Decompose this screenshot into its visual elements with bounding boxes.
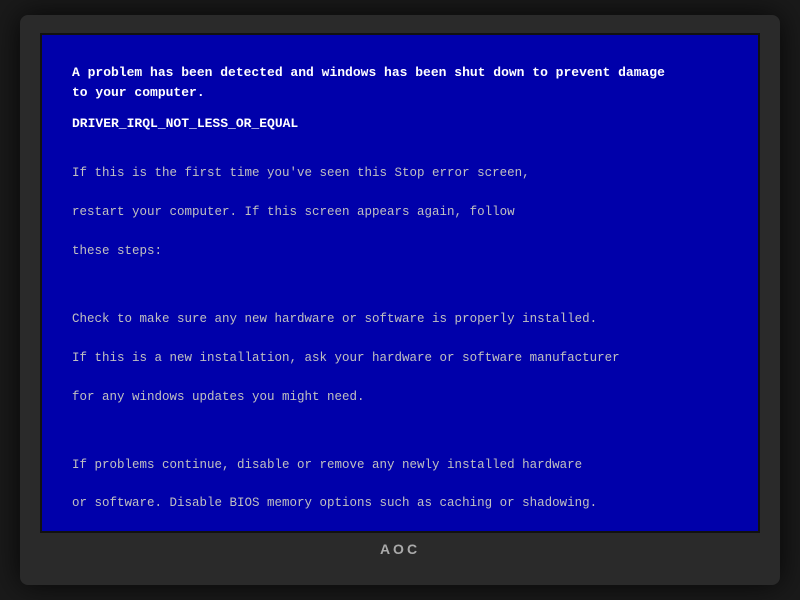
bsod-body: If this is the first time you've seen th… [72, 145, 728, 533]
bsod-error-code: DRIVER_IRQL_NOT_LESS_OR_EQUAL [72, 116, 728, 131]
bsod-s3l1: If problems continue, disable or remove … [72, 456, 728, 475]
bsod-screen: A problem has been detected and windows … [40, 33, 760, 533]
bsod-header: A problem has been detected and windows … [72, 63, 728, 102]
bsod-s3l2: or software. Disable BIOS memory options… [72, 494, 728, 513]
bsod-line1: A problem has been detected and windows … [72, 65, 665, 80]
bsod-s2l1: Check to make sure any new hardware or s… [72, 310, 728, 329]
monitor-brand-label: AOC [380, 541, 420, 557]
bsod-s1l1: If this is the first time you've seen th… [72, 164, 728, 183]
bsod-s2l2: If this is a new installation, ask your … [72, 349, 728, 368]
bsod-s2l3: for any windows updates you might need. [72, 388, 728, 407]
monitor: A problem has been detected and windows … [20, 15, 780, 585]
bsod-s1l3: these steps: [72, 242, 728, 261]
bsod-line2: to your computer. [72, 85, 205, 100]
bsod-s1l2: restart your computer. If this screen ap… [72, 203, 728, 222]
